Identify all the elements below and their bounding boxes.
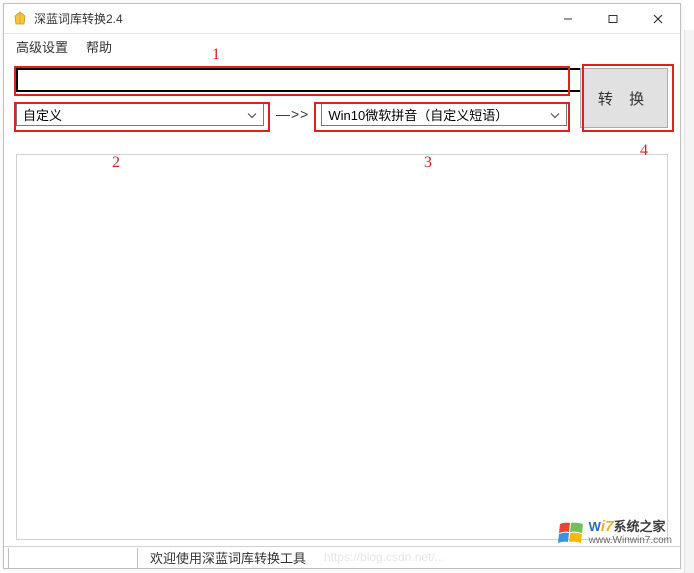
arrow-separator: —>>: [272, 106, 313, 122]
watermark-url: www.Winwin7.com: [589, 536, 672, 546]
target-format-dropdown[interactable]: Win10微软拼音（自定义短语）: [321, 102, 567, 126]
convert-button[interactable]: 转 换: [580, 68, 668, 128]
window-controls: [545, 4, 680, 33]
source-format-value: 自定义: [23, 105, 62, 124]
background-sliver: [684, 30, 694, 573]
status-panel: [8, 548, 138, 568]
maximize-button[interactable]: [590, 4, 635, 33]
windows-logo-icon: [557, 520, 585, 546]
chevron-down-icon: [550, 107, 560, 122]
close-button[interactable]: [635, 4, 680, 33]
watermark-title: Wi7系统之家: [589, 519, 672, 534]
titlebar: 深蓝词库转换2.4: [4, 4, 680, 34]
app-icon: [12, 11, 28, 27]
source-format-dropdown[interactable]: 自定义: [16, 102, 264, 126]
window-title: 深蓝词库转换2.4: [34, 10, 123, 27]
menu-advanced[interactable]: 高级设置: [16, 37, 68, 56]
source-file-input[interactable]: [16, 68, 632, 92]
output-textarea[interactable]: [16, 154, 668, 540]
watermark: Wi7系统之家 www.Winwin7.com: [557, 519, 672, 546]
status-text: 欢迎使用深蓝词库转换工具: [150, 548, 306, 567]
chevron-down-icon: [247, 107, 257, 122]
menubar: 高级设置 帮助: [4, 34, 680, 58]
content-area: ... 自定义 —>> Win10微软拼音（自定义短语）: [4, 58, 680, 126]
target-format-value: Win10微软拼音（自定义短语）: [328, 105, 508, 124]
app-window: 深蓝词库转换2.4 高级设置 帮助 ... 自定义: [3, 3, 681, 569]
statusbar: 欢迎使用深蓝词库转换工具: [4, 546, 680, 568]
menu-help[interactable]: 帮助: [86, 37, 112, 56]
minimize-button[interactable]: [545, 4, 590, 33]
